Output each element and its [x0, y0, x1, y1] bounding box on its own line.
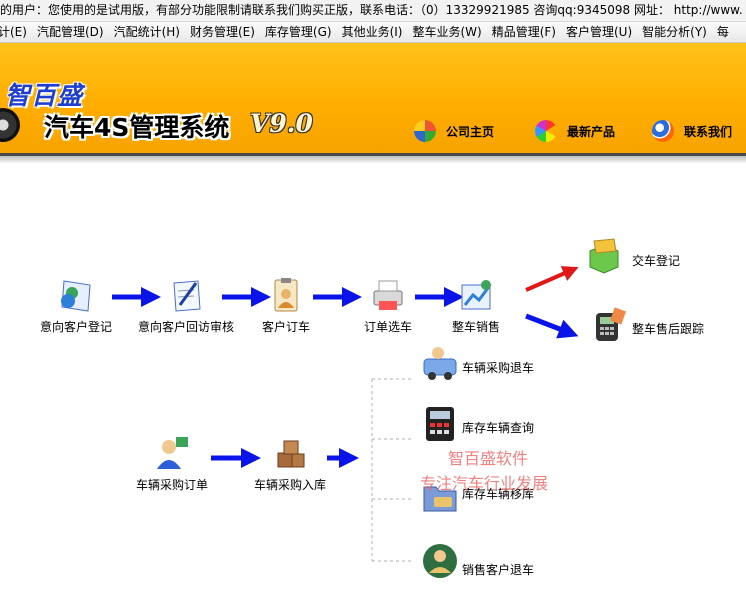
- branch-purchase-return[interactable]: 车辆采购退车: [462, 359, 534, 376]
- calculator-icon: [426, 407, 454, 441]
- clipboard-person-icon: [274, 278, 298, 312]
- node-label: 客户订车: [261, 320, 310, 334]
- node-label: 车辆采购订单: [135, 478, 208, 492]
- outcome-after-sales-tracking[interactable]: 整车售后跟踪: [632, 320, 704, 337]
- node-vehicle-purchase-order[interactable]: 车辆采购订单: [134, 433, 210, 493]
- arrow-to-aftersales: [525, 313, 579, 339]
- watermark-line-1: 智百盛软件: [448, 449, 529, 468]
- outcome-vehicle-delivery[interactable]: 交车登记: [632, 252, 680, 269]
- branch-inventory-query[interactable]: 库存车辆查询: [462, 419, 534, 436]
- delivery-box-icon: [589, 238, 619, 274]
- node-intended-customer-registration[interactable]: 意向客户登记: [38, 275, 114, 335]
- sales-chart-icon: [461, 280, 491, 310]
- node-label: 车辆采购入库: [253, 478, 326, 492]
- branch-connector: [371, 378, 412, 562]
- node-label: 意向客户回访审核: [137, 320, 234, 334]
- customer-return-icon: [423, 544, 457, 578]
- arrow-to-delivery: [525, 266, 579, 292]
- customer-registration-icon: [61, 280, 91, 312]
- purchase-person-icon: [157, 437, 188, 469]
- node-callback-review[interactable]: 意向客户回访审核: [136, 275, 236, 335]
- node-label: 意向客户登记: [39, 320, 112, 334]
- printer-icon: [373, 280, 403, 310]
- node-vehicle-sales[interactable]: 整车销售: [448, 275, 504, 335]
- node-customer-order[interactable]: 客户订车: [258, 275, 314, 335]
- node-order-vehicle-selection[interactable]: 订单选车: [360, 275, 416, 335]
- card-terminal-icon: [596, 307, 627, 341]
- document-pen-icon: [173, 280, 201, 312]
- node-vehicle-purchase-stock-in[interactable]: 车辆采购入库: [252, 433, 328, 493]
- boxes-stack-icon: [277, 440, 305, 468]
- return-vehicle-icon: [423, 347, 457, 380]
- watermark-line-2: 专注汽车行业发展: [420, 474, 549, 493]
- node-label: 整车销售: [451, 320, 500, 334]
- node-label: 订单选车: [363, 320, 412, 334]
- branch-sales-customer-return[interactable]: 销售客户退车: [462, 561, 534, 578]
